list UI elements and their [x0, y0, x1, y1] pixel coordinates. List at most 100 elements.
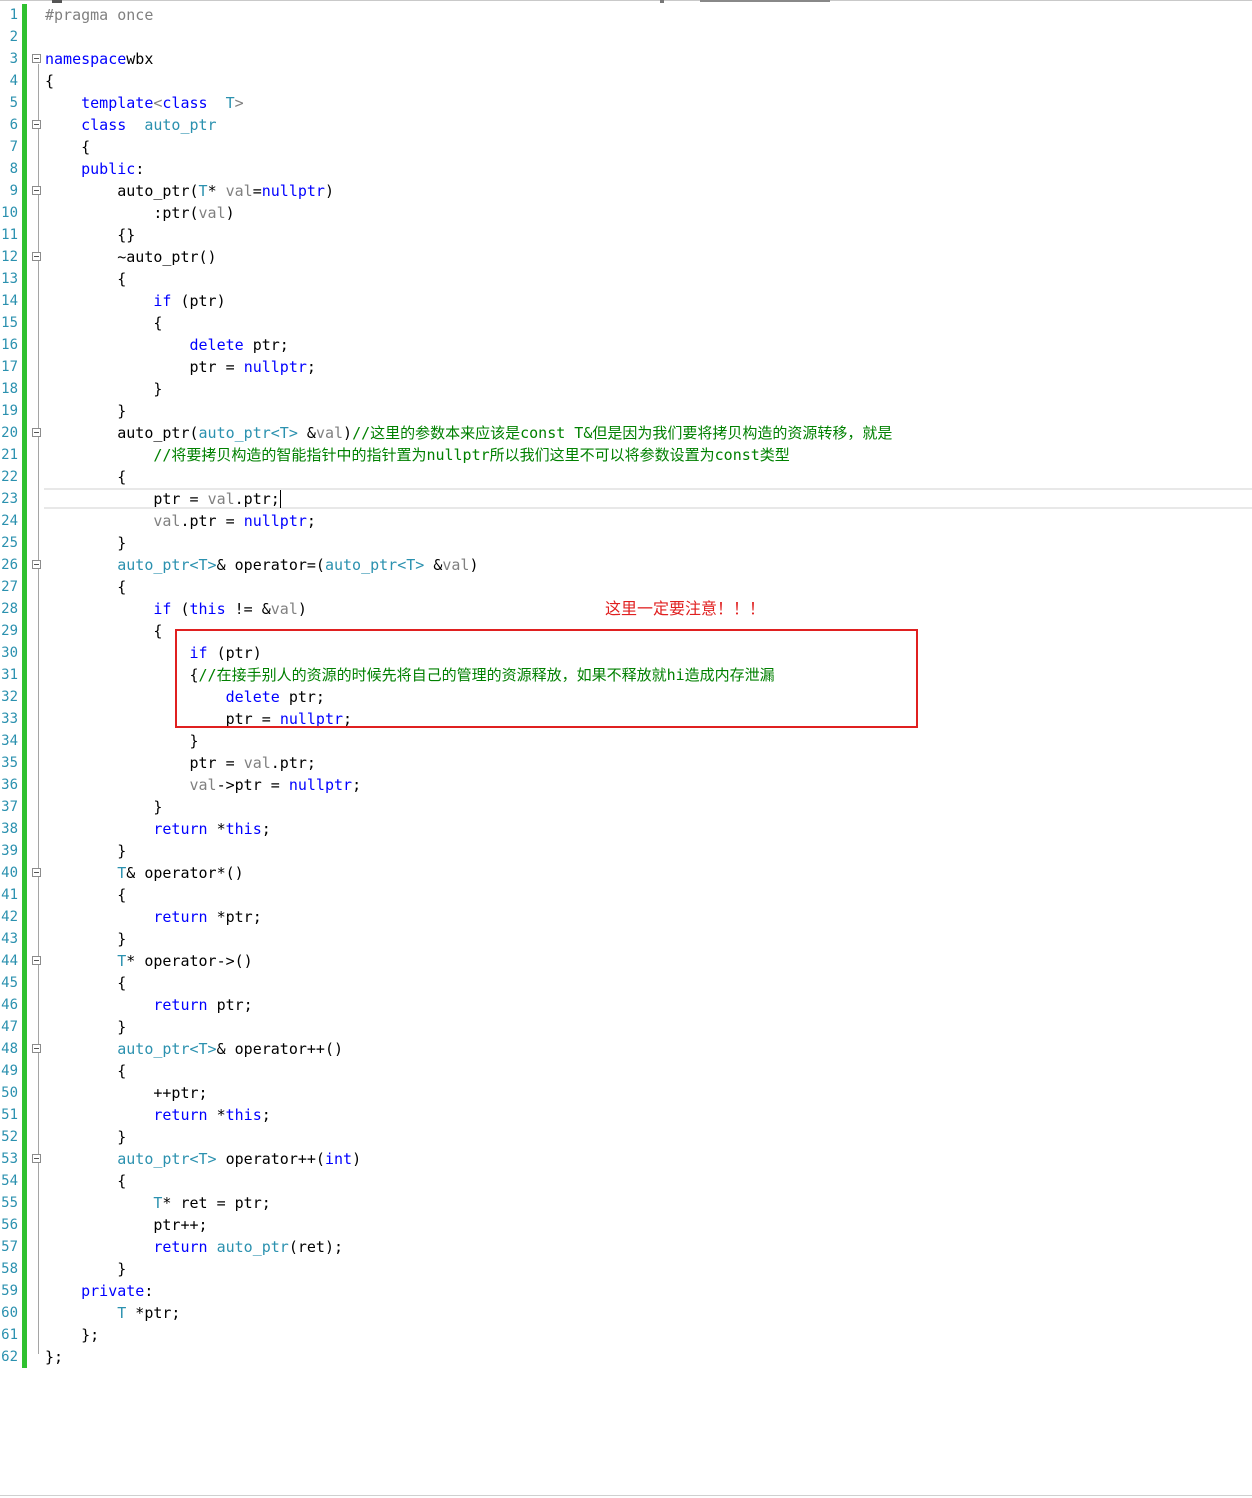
code-line[interactable]: val->ptr = nullptr; — [45, 774, 362, 796]
fold-collapse-icon[interactable] — [32, 1154, 41, 1163]
code-token: *ptr; — [126, 1304, 181, 1322]
code-line[interactable]: } — [45, 532, 126, 554]
fold-collapse-icon[interactable] — [32, 560, 41, 569]
fold-collapse-icon[interactable] — [32, 1044, 41, 1053]
fold-collapse-icon[interactable] — [32, 252, 41, 261]
code-line[interactable]: return ptr; — [45, 994, 252, 1016]
code-line[interactable]: namespacewbx — [45, 48, 153, 70]
code-line[interactable]: { — [45, 70, 54, 92]
code-line[interactable]: } — [45, 840, 126, 862]
fold-collapse-icon[interactable] — [32, 868, 41, 877]
fold-collapse-icon[interactable] — [32, 956, 41, 965]
line-number: 15 — [1, 315, 18, 331]
code-line[interactable]: } — [45, 1126, 126, 1148]
code-line[interactable]: :ptr(val) — [45, 202, 234, 224]
code-line[interactable]: ++ptr; — [45, 1082, 208, 1104]
code-line[interactable]: } — [45, 796, 162, 818]
code-line[interactable]: auto_ptr(T* val=nullptr) — [45, 180, 334, 202]
code-line[interactable]: T* operator->() — [45, 950, 252, 972]
line-number: 26 — [1, 557, 18, 573]
code-token: T — [117, 952, 127, 970]
code-line[interactable]: { — [45, 136, 90, 158]
code-line[interactable]: delete ptr; — [45, 334, 289, 356]
code-line[interactable]: } — [45, 1016, 126, 1038]
code-token: .ptr; — [234, 490, 280, 508]
code-line[interactable]: {} — [45, 224, 135, 246]
code-line[interactable]: auto_ptr<T>& operator++() — [45, 1038, 343, 1060]
fold-collapse-icon[interactable] — [32, 428, 41, 437]
code-line[interactable]: ptr = val.ptr; — [45, 752, 315, 774]
code-line[interactable]: return *this; — [45, 818, 270, 840]
code-line[interactable]: { — [45, 576, 126, 598]
code-line[interactable]: { — [45, 312, 162, 334]
code-line[interactable]: { — [45, 620, 162, 642]
code-line[interactable]: val.ptr = nullptr; — [45, 510, 316, 532]
line-number: 50 — [1, 1085, 18, 1101]
code-line[interactable]: } — [45, 730, 198, 752]
line-number: 21 — [1, 447, 18, 463]
code-token: val — [243, 754, 271, 772]
code-line[interactable]: { — [45, 1060, 126, 1082]
line-number: 54 — [1, 1173, 18, 1189]
code-token: ++ptr; — [45, 1084, 208, 1102]
code-line[interactable]: { — [45, 1170, 126, 1192]
code-line[interactable]: ptr = nullptr; — [45, 356, 315, 378]
fold-collapse-icon[interactable] — [32, 54, 41, 63]
code-token: * — [207, 182, 226, 200]
fold-collapse-icon[interactable] — [32, 186, 41, 195]
line-number: 60 — [1, 1305, 18, 1321]
code-line[interactable]: private: — [45, 1280, 153, 1302]
line-number: 27 — [1, 579, 18, 595]
code-line[interactable]: if (ptr) — [45, 290, 225, 312]
code-line[interactable]: auto_ptr<T>& operator=(auto_ptr<T> &val) — [45, 554, 479, 576]
code-line[interactable]: { — [45, 884, 126, 906]
code-line[interactable]: }; — [45, 1324, 99, 1346]
code-line[interactable]: ptr = val.ptr; — [45, 488, 280, 510]
code-line[interactable]: return auto_ptr(ret); — [45, 1236, 343, 1258]
code-token: }; — [45, 1326, 100, 1344]
code-line[interactable]: class auto_ptr — [45, 114, 216, 136]
code-line[interactable]: } — [45, 928, 126, 950]
code-token: private — [81, 1282, 145, 1300]
code-token: : — [144, 1282, 154, 1300]
code-line[interactable]: } — [45, 1258, 126, 1280]
code-line[interactable]: template<class T> — [45, 92, 244, 114]
code-line[interactable]: ~auto_ptr() — [45, 246, 216, 268]
code-token: } — [45, 1128, 127, 1146]
line-number: 16 — [1, 337, 18, 353]
fold-collapse-icon[interactable] — [32, 120, 41, 129]
code-line[interactable]: T *ptr; — [45, 1302, 180, 1324]
code-token: { — [45, 468, 127, 486]
code-line[interactable]: return *ptr; — [45, 906, 261, 928]
code-token: & operator++() — [216, 1040, 344, 1058]
code-line[interactable]: T* ret = ptr; — [45, 1192, 270, 1214]
code-line[interactable]: }; — [45, 1346, 63, 1368]
line-number: 56 — [1, 1217, 18, 1233]
code-line[interactable]: { — [45, 972, 126, 994]
code-line[interactable]: T& operator*() — [45, 862, 243, 884]
code-token: } — [45, 534, 127, 552]
code-token: { — [45, 314, 163, 332]
code-line[interactable]: { — [45, 466, 126, 488]
code-line[interactable]: //将要拷贝构造的智能指针中的指针置为nullptr所以我们这里不可以将参数设置… — [45, 444, 789, 466]
code-line[interactable]: } — [45, 378, 162, 400]
annotation-note: 这里一定要注意！！！ — [605, 599, 766, 618]
code-line[interactable]: if (this != &val) — [45, 598, 307, 620]
code-line[interactable]: ptr++; — [45, 1214, 207, 1236]
code-line[interactable]: #pragma once — [45, 4, 153, 26]
top-tab-strip-marker — [660, 0, 664, 3]
code-line[interactable]: } — [45, 400, 126, 422]
code-line[interactable]: public: — [45, 158, 144, 180]
code-line[interactable]: return *this; — [45, 1104, 270, 1126]
code-token: ) — [469, 556, 479, 574]
code-line[interactable]: auto_ptr<T> operator++(int) — [45, 1148, 361, 1170]
code-line[interactable]: auto_ptr(auto_ptr<T> &val)//这里的参数本来应该是co… — [45, 422, 892, 444]
code-line[interactable]: { — [45, 268, 126, 290]
code-token: T — [198, 182, 208, 200]
